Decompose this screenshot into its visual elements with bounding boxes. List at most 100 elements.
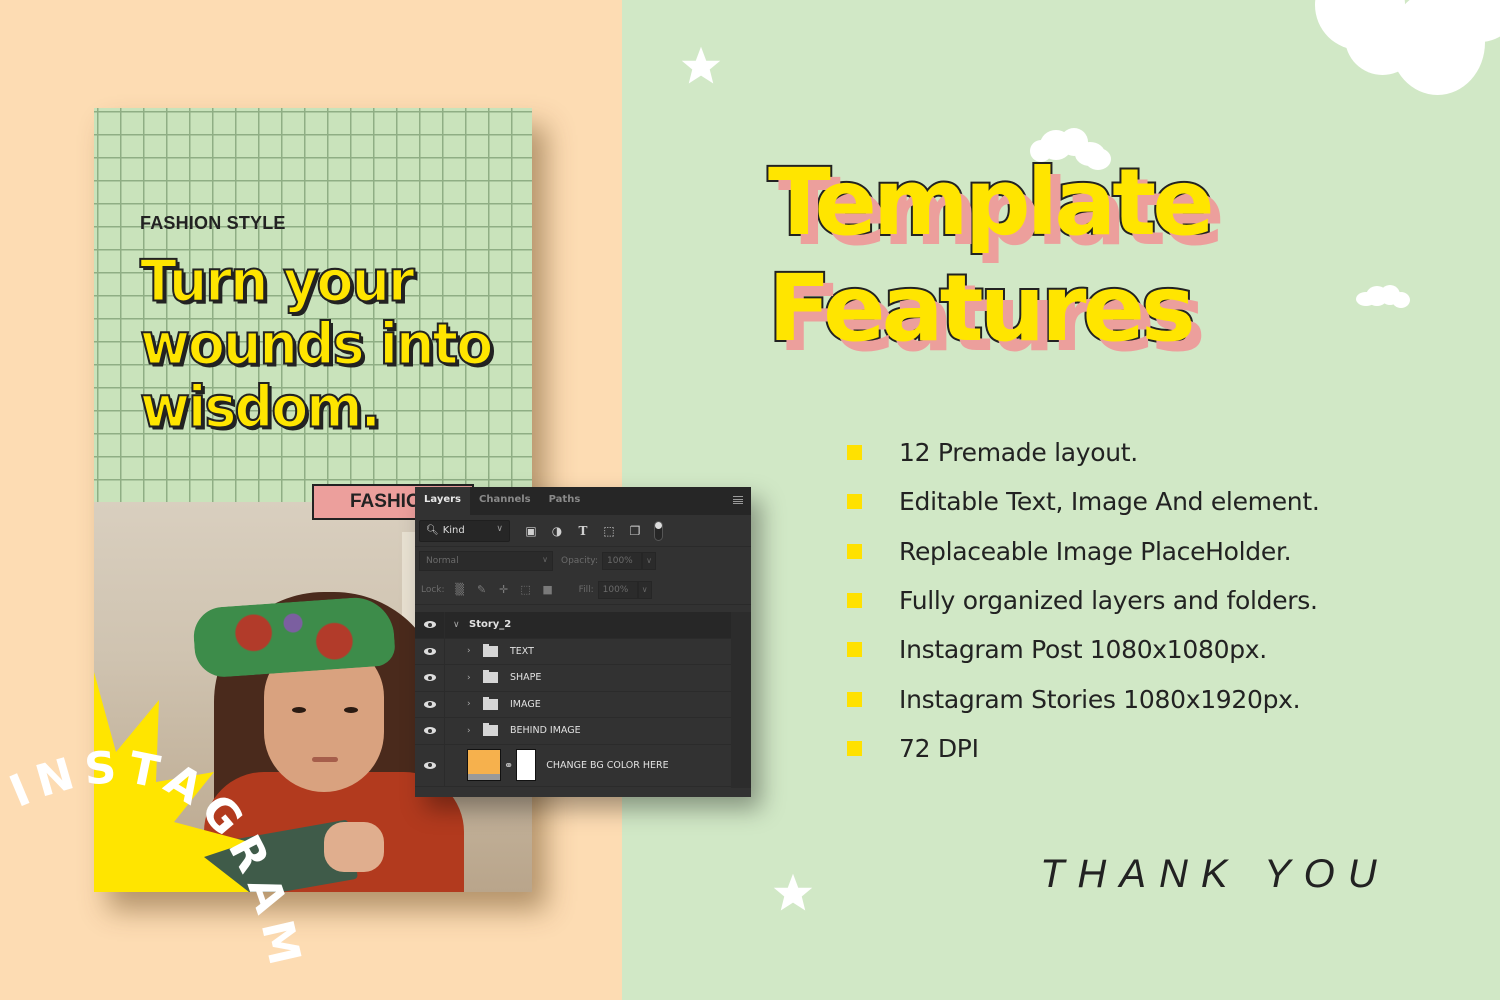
visibility-toggle[interactable] — [415, 691, 445, 717]
lock-transparent-icon[interactable]: ▒ — [449, 583, 471, 596]
adjustment-filter-icon[interactable]: ◑ — [544, 524, 570, 538]
feature-item: 12 Premade layout. — [847, 428, 1319, 477]
star-icon — [773, 873, 813, 911]
eye-icon — [423, 727, 436, 735]
opacity-dropdown[interactable]: ∨ — [642, 552, 656, 570]
opacity-label: Opacity: — [561, 556, 598, 566]
smart-object-filter-icon[interactable]: ❐ — [622, 524, 648, 538]
layer-name: IMAGE — [510, 698, 541, 710]
filter-kind-select[interactable]: 🔍︎ Kind ∨ — [419, 519, 510, 542]
blend-mode-value: Normal — [426, 556, 459, 566]
tab-channels[interactable]: Channels — [470, 487, 540, 515]
folder-icon — [483, 643, 498, 657]
lock-label: Lock: — [421, 584, 445, 595]
lock-row: Lock: ▒ ✎ ✛ ⬚ ■ Fill: 100% ∨ — [415, 575, 751, 605]
folder-icon — [483, 696, 498, 710]
fill-label: Fill: — [578, 584, 594, 595]
type-filter-icon[interactable]: T — [570, 524, 596, 538]
feature-text: Fully organized layers and folders. — [899, 586, 1318, 616]
blend-mode-select[interactable]: Normal ∨ — [419, 551, 553, 571]
fill-dropdown[interactable]: ∨ — [637, 580, 652, 599]
layers-scrollbar[interactable] — [731, 612, 751, 788]
visibility-toggle[interactable] — [415, 638, 445, 664]
chevron-right-icon[interactable]: › — [467, 726, 479, 736]
fill-input[interactable]: 100% — [597, 580, 638, 599]
square-bullet-icon — [847, 593, 862, 609]
link-icon[interactable]: ⚭ — [504, 759, 513, 772]
photo-eye — [344, 707, 358, 713]
chevron-down-icon: ∨ — [542, 555, 548, 564]
feature-text: 12 Premade layout. — [899, 438, 1138, 468]
lock-position-icon[interactable]: ✛ — [493, 583, 515, 596]
title-line: Template — [766, 148, 1217, 258]
feature-item: Fully organized layers and folders. — [847, 576, 1319, 625]
layers-list: ∨ Story_2 › TEXT › SHAPE › IMAGE › BEHIN… — [415, 612, 731, 787]
tab-layers[interactable]: Layers — [415, 487, 470, 515]
filter-kind-label: Kind — [442, 525, 465, 536]
layer-item[interactable]: › BEHIND IMAGE — [415, 718, 731, 745]
feature-item: Instagram Stories 1080x1920px. — [847, 674, 1319, 723]
visibility-toggle[interactable] — [415, 744, 445, 786]
panel-menu-icon[interactable] — [733, 496, 743, 504]
features-title: Template Features — [766, 148, 1217, 364]
visibility-toggle[interactable] — [415, 612, 445, 638]
star-icon — [681, 46, 721, 84]
headline-line: Turn your — [139, 247, 416, 315]
features-list: 12 Premade layout. Editable Text, Image … — [847, 428, 1320, 773]
visibility-toggle[interactable] — [415, 718, 445, 744]
instagram-arc-text: INSTAGRAM — [3, 742, 313, 979]
headline-line: wounds into — [139, 310, 494, 378]
lock-all-icon[interactable]: ■ — [537, 583, 559, 596]
filter-row: 🔍︎ Kind ∨ ▣ ◑ T ⬚ ❐ — [415, 515, 751, 547]
eye-icon — [423, 647, 436, 655]
svg-text:INSTAGRAM: INSTAGRAM — [3, 742, 313, 979]
feature-item: Replaceable Image PlaceHolder. — [847, 527, 1319, 576]
lock-paint-icon[interactable]: ✎ — [471, 583, 493, 596]
chevron-right-icon[interactable]: › — [467, 646, 479, 656]
layer-name: TEXT — [510, 645, 534, 657]
title-line: Features — [766, 254, 1198, 364]
instagram-arc-label: INSTAGRAM — [3, 742, 304, 979]
square-bullet-icon — [847, 494, 862, 510]
layer-name: BEHIND IMAGE — [510, 725, 581, 737]
panel-tabs: Layers Channels Paths — [415, 487, 751, 515]
feature-text: Replaceable Image PlaceHolder. — [899, 536, 1292, 566]
layer-item[interactable]: › SHAPE — [415, 665, 731, 692]
square-bullet-icon — [847, 642, 862, 658]
story-kicker: FASHION STYLE — [140, 213, 286, 233]
eye-icon — [423, 674, 436, 682]
layer-item[interactable]: › TEXT — [415, 638, 731, 665]
color-fill-thumbnail[interactable] — [467, 749, 501, 781]
layer-mask-thumbnail[interactable] — [516, 749, 537, 781]
story-headline: Turn your wounds into wisdom. — [139, 247, 494, 441]
chevron-right-icon[interactable]: › — [467, 699, 479, 709]
chevron-right-icon[interactable]: › — [467, 673, 479, 683]
square-bullet-icon — [847, 740, 862, 756]
layers-panel: Layers Channels Paths 🔍︎ Kind ∨ ▣ ◑ T ⬚ … — [415, 487, 751, 797]
photo-headband-bow — [191, 595, 397, 679]
filter-toggle[interactable] — [654, 520, 663, 541]
square-bullet-icon — [847, 691, 862, 707]
layer-group-story[interactable]: ∨ Story_2 — [415, 612, 731, 639]
shape-filter-icon[interactable]: ⬚ — [596, 524, 622, 538]
layer-item[interactable]: › IMAGE — [415, 691, 731, 718]
image-filter-icon[interactable]: ▣ — [518, 524, 544, 538]
chevron-down-icon[interactable]: ∨ — [453, 620, 465, 630]
feature-text: Editable Text, Image And element. — [899, 487, 1320, 517]
feature-item: Instagram Post 1080x1080px. — [847, 625, 1319, 674]
layer-name: SHAPE — [510, 672, 542, 684]
layer-item-fill[interactable]: ⚭ CHANGE BG COLOR HERE — [415, 744, 731, 787]
feature-text: Instagram Post 1080x1080px. — [899, 635, 1267, 665]
thank-you-text: THANK YOU — [1040, 852, 1390, 896]
headline-line: wisdom. — [139, 373, 382, 441]
opacity-input[interactable]: 100% — [602, 552, 642, 570]
square-bullet-icon — [847, 445, 862, 461]
feature-item: 72 DPI — [847, 724, 1319, 773]
lock-artboard-icon[interactable]: ⬚ — [515, 583, 537, 596]
eye-icon — [423, 761, 436, 769]
search-icon: 🔍︎ — [426, 525, 439, 536]
layer-name: Story_2 — [469, 619, 512, 631]
eye-icon — [423, 621, 436, 629]
tab-paths[interactable]: Paths — [540, 487, 590, 515]
visibility-toggle[interactable] — [415, 665, 445, 691]
